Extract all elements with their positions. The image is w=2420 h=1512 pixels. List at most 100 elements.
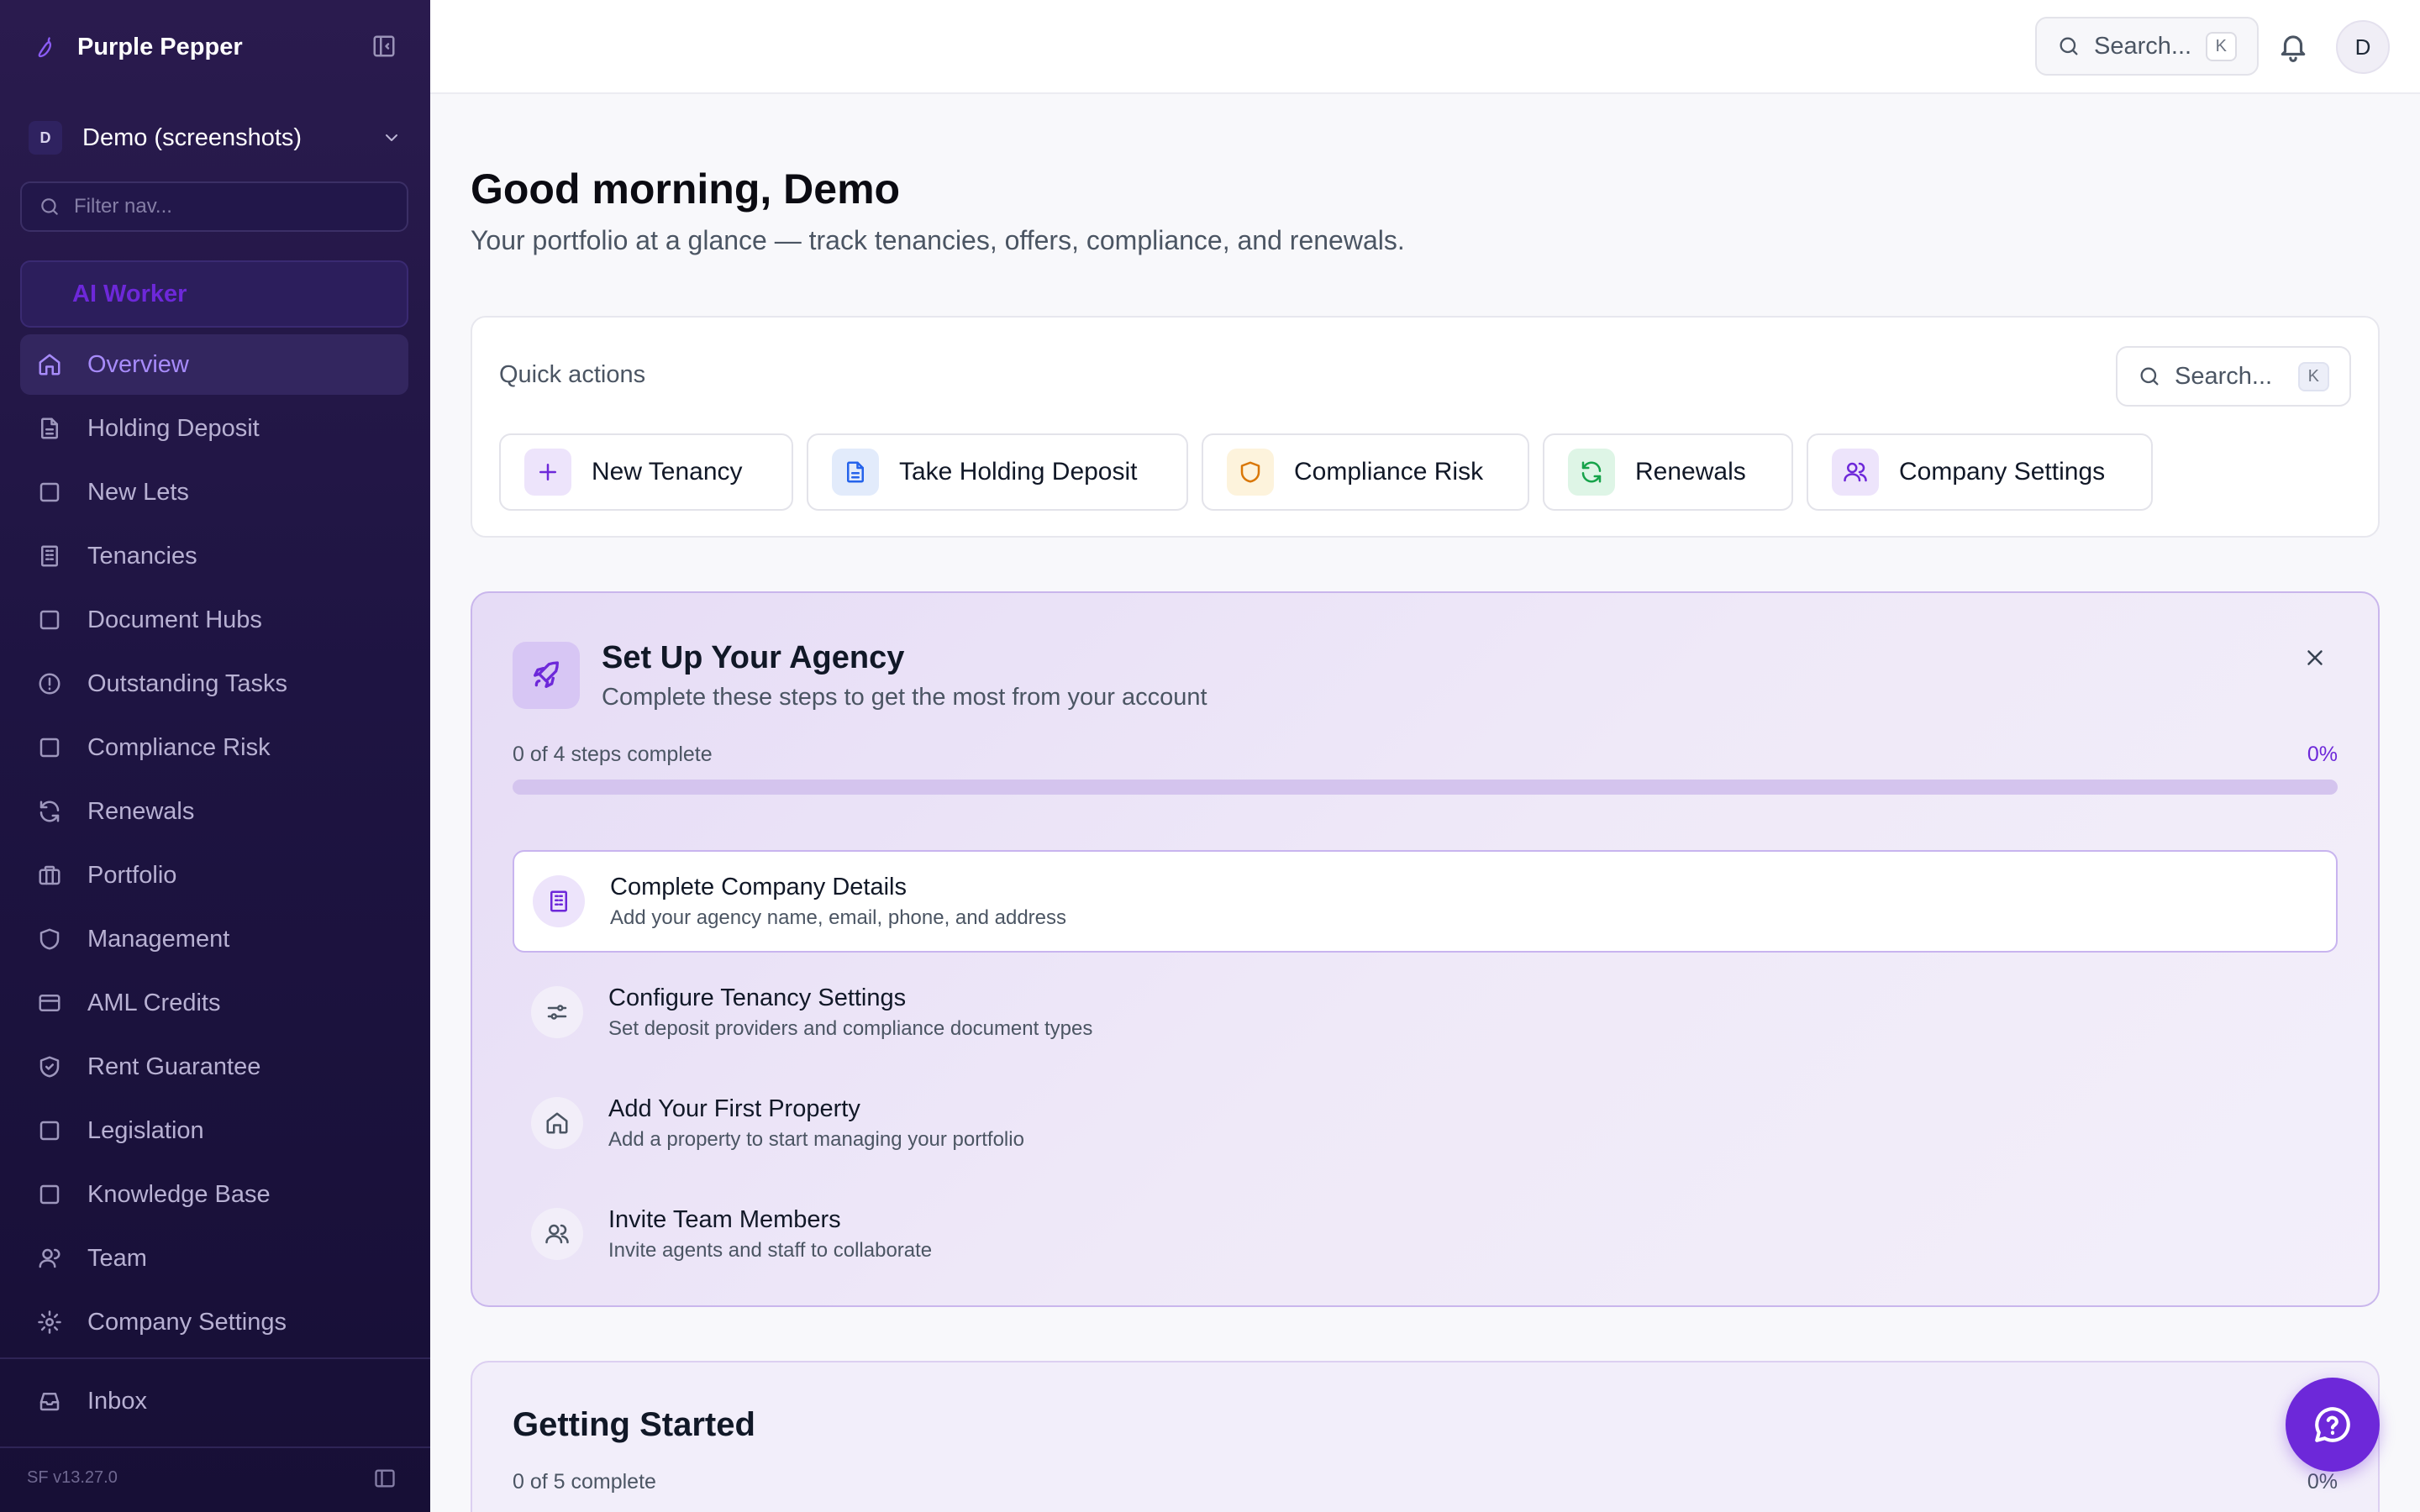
take-holding-deposit-button[interactable]: Take Holding Deposit xyxy=(807,433,1188,511)
building-icon xyxy=(37,543,62,569)
sidebar-item-label: Rent Guarantee xyxy=(87,1053,261,1080)
brand-name: Purple Pepper xyxy=(77,33,243,60)
sidebar-item-holding-deposit[interactable]: Holding Deposit xyxy=(20,398,408,459)
step-add-first-property[interactable]: Add Your First Property Add a property t… xyxy=(513,1072,2338,1174)
global-search-button[interactable]: Search... K xyxy=(2035,17,2259,76)
sidebar-item-aml-credits[interactable]: AML Credits xyxy=(20,973,408,1033)
step-title: Complete Company Details xyxy=(610,873,907,900)
sidebar-item-inbox[interactable]: Inbox xyxy=(20,1371,408,1431)
step-description: Set deposit providers and compliance doc… xyxy=(608,1016,1093,1040)
renewals-button[interactable]: Renewals xyxy=(1543,433,1793,511)
close-icon[interactable] xyxy=(2302,645,2328,670)
collapse-sidebar-icon[interactable] xyxy=(371,34,397,59)
workspace-name: Demo (screenshots) xyxy=(82,123,302,151)
quick-action-label: Take Holding Deposit xyxy=(899,458,1138,486)
getting-started-count: 0 of 5 complete xyxy=(513,1470,656,1494)
square-icon xyxy=(37,1118,62,1143)
help-chat-button[interactable] xyxy=(2286,1378,2380,1472)
sidebar-item-team[interactable]: Team xyxy=(20,1228,408,1289)
sliders-icon xyxy=(531,986,583,1038)
getting-started-title: Getting Started xyxy=(513,1406,755,1443)
sidebar-item-portfolio[interactable]: Portfolio xyxy=(20,845,408,906)
help-chat-icon xyxy=(2315,1407,2350,1442)
keyboard-shortcut: K xyxy=(2297,361,2329,391)
sidebar-item-legislation[interactable]: Legislation xyxy=(20,1100,408,1161)
sidebar-item-label: Tenancies xyxy=(87,542,197,570)
avatar[interactable]: D xyxy=(2336,20,2390,74)
sidebar-item-management[interactable]: Management xyxy=(20,909,408,969)
filter-nav-input[interactable] xyxy=(74,195,390,218)
users-icon xyxy=(531,1208,583,1260)
sidebar-item-new-lets[interactable]: New Lets xyxy=(20,462,408,522)
quick-action-label: Compliance Risk xyxy=(1294,458,1484,486)
step-complete-company-details[interactable]: Complete Company Details Add your agency… xyxy=(513,850,2338,953)
page-subtitle: Your portfolio at a glance — track tenan… xyxy=(471,225,1405,255)
step-text: Invite Team Members Invite agents and st… xyxy=(608,1206,932,1263)
document-icon xyxy=(37,416,62,441)
home-icon xyxy=(37,352,62,377)
sidebar-item-renewals[interactable]: Renewals xyxy=(20,781,408,842)
sidebar-item-company-settings[interactable]: Company Settings xyxy=(20,1292,408,1352)
refresh-icon xyxy=(37,799,62,824)
rocket-icon xyxy=(513,642,580,709)
sidebar: Purple Pepper D Demo (screenshots) AI Wo… xyxy=(0,0,430,1512)
sidebar-divider xyxy=(0,1357,430,1359)
compliance-risk-button[interactable]: Compliance Risk xyxy=(1202,433,1529,511)
shield-check-icon xyxy=(37,1054,62,1079)
step-title: Invite Team Members xyxy=(608,1205,841,1233)
ai-worker-button[interactable]: AI Worker xyxy=(20,260,408,328)
quick-action-label: Company Settings xyxy=(1899,458,2106,486)
sidebar-item-label: Portfolio xyxy=(87,861,177,889)
gear-icon xyxy=(37,1310,62,1335)
search-label: Search... xyxy=(2175,362,2273,390)
sidebar-item-knowledge-base[interactable]: Knowledge Base xyxy=(20,1164,408,1225)
sidebar-item-label: Inbox xyxy=(87,1387,147,1415)
square-icon xyxy=(37,607,62,633)
step-description: Add your agency name, email, phone, and … xyxy=(610,906,1067,929)
chevron-down-icon xyxy=(381,128,402,148)
document-icon xyxy=(832,449,879,496)
home-icon xyxy=(531,1097,583,1149)
sidebar-item-label: Compliance Risk xyxy=(87,733,271,761)
sidebar-item-label: Management xyxy=(87,925,230,953)
building-icon xyxy=(533,875,585,927)
search-icon xyxy=(2138,365,2161,388)
nav-list: Overview Holding Deposit New Lets Tenanc… xyxy=(20,334,408,1356)
sidebar-item-rent-guarantee[interactable]: Rent Guarantee xyxy=(20,1037,408,1097)
sidebar-item-label: Renewals xyxy=(87,797,195,825)
alert-circle-icon xyxy=(37,671,62,696)
sidebar-item-label: Holding Deposit xyxy=(87,414,260,442)
panel-toggle-icon[interactable] xyxy=(373,1467,397,1490)
setup-subtitle: Complete these steps to get the most fro… xyxy=(602,684,1207,711)
step-description: Invite agents and staff to collaborate xyxy=(608,1238,933,1262)
step-text: Configure Tenancy Settings Set deposit p… xyxy=(608,984,1092,1041)
sidebar-item-outstanding-tasks[interactable]: Outstanding Tasks xyxy=(20,654,408,714)
sidebar-item-tenancies[interactable]: Tenancies xyxy=(20,526,408,586)
sidebar-item-overview[interactable]: Overview xyxy=(20,334,408,395)
step-configure-tenancy-settings[interactable]: Configure Tenancy Settings Set deposit p… xyxy=(513,961,2338,1063)
sidebar-item-label: Document Hubs xyxy=(87,606,262,633)
step-title: Add Your First Property xyxy=(608,1095,860,1122)
workspace-switcher[interactable]: D Demo (screenshots) xyxy=(20,111,410,165)
company-settings-button[interactable]: Company Settings xyxy=(1807,433,2153,511)
pepper-logo-icon xyxy=(34,35,57,59)
sidebar-item-document-hubs[interactable]: Document Hubs xyxy=(20,590,408,650)
quick-actions-search[interactable]: Search... K xyxy=(2116,346,2351,407)
briefcase-icon xyxy=(37,863,62,888)
quick-actions-row: New Tenancy Take Holding Deposit Complia… xyxy=(499,433,2153,511)
square-icon xyxy=(37,735,62,760)
progress-label: 0 of 4 steps complete xyxy=(513,743,713,766)
step-invite-team-members[interactable]: Invite Team Members Invite agents and st… xyxy=(513,1183,2338,1285)
new-tenancy-button[interactable]: New Tenancy xyxy=(499,433,793,511)
bell-icon[interactable] xyxy=(2277,30,2309,62)
sidebar-item-label: Company Settings xyxy=(87,1308,287,1336)
quick-action-label: New Tenancy xyxy=(592,458,743,486)
credit-card-icon xyxy=(37,990,62,1016)
inbox-icon xyxy=(37,1389,62,1414)
sidebar-item-compliance-risk[interactable]: Compliance Risk xyxy=(20,717,408,778)
shield-icon xyxy=(37,927,62,952)
square-icon xyxy=(37,1182,62,1207)
getting-started-card: Getting Started 0 of 5 complete 0% xyxy=(471,1361,2380,1512)
search-icon xyxy=(2057,34,2081,58)
getting-started-percent: 0% xyxy=(2307,1470,2338,1494)
